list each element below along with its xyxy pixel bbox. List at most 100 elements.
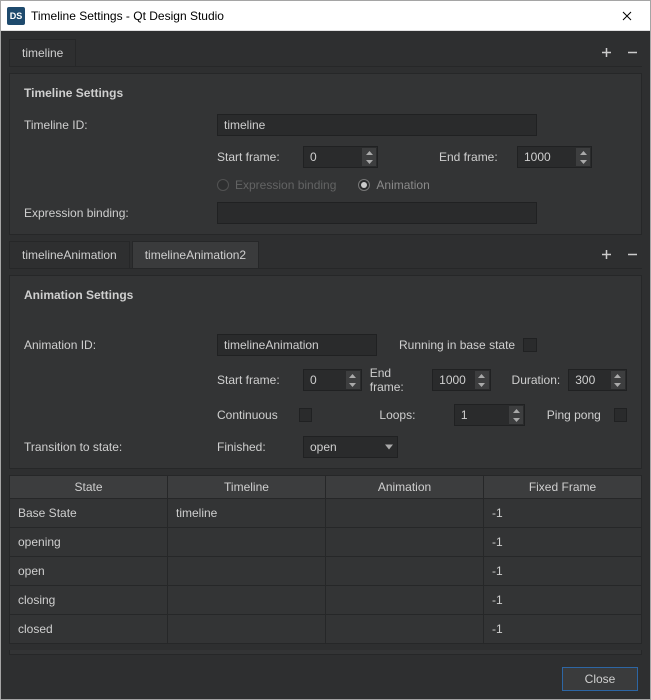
table-header-row: State Timeline Animation Fixed Frame: [10, 476, 641, 498]
table-cell-timeline[interactable]: [168, 586, 326, 614]
spin-up-button[interactable]: [509, 406, 523, 415]
animation-tabbar: timelineAnimation timelineAnimation2: [9, 241, 642, 269]
close-button[interactable]: Close: [562, 667, 638, 691]
timeline-tabbar: timeline: [9, 39, 642, 67]
table-cell-state[interactable]: opening: [10, 528, 168, 556]
table-cell-animation[interactable]: [326, 528, 484, 556]
spin-down-button[interactable]: [576, 157, 590, 166]
running-base-state-label: Running in base state: [399, 338, 515, 352]
animation-remove-button[interactable]: [622, 245, 642, 265]
table-cell-frame[interactable]: -1: [484, 499, 641, 527]
anim-end-frame-input[interactable]: [432, 369, 491, 391]
table-cell-frame[interactable]: -1: [484, 528, 641, 556]
spin-down-button[interactable]: [362, 157, 376, 166]
table-cell-animation[interactable]: [326, 557, 484, 585]
finished-state-value: open: [310, 440, 337, 454]
spin-down-button[interactable]: [346, 380, 360, 389]
table-row[interactable]: closed -1: [10, 614, 641, 643]
spin-up-button[interactable]: [362, 148, 376, 157]
table-footer-strip: [9, 650, 642, 655]
animation-tab-1[interactable]: timelineAnimation: [9, 241, 130, 268]
table-cell-frame[interactable]: -1: [484, 615, 641, 643]
th-frame: Fixed Frame: [484, 476, 641, 498]
app-logo: DS: [7, 7, 25, 25]
animation-settings-section: Animation Settings Animation ID: Running…: [9, 275, 642, 469]
spin-up-button[interactable]: [611, 371, 625, 380]
table-cell-animation[interactable]: [326, 586, 484, 614]
th-animation: Animation: [326, 476, 484, 498]
table-cell-frame[interactable]: -1: [484, 586, 641, 614]
spin-up-button[interactable]: [475, 371, 489, 380]
close-icon: [622, 11, 632, 21]
window-close-button[interactable]: [604, 1, 650, 31]
animation-add-button[interactable]: [596, 245, 616, 265]
animation-settings-heading: Animation Settings: [24, 288, 627, 302]
anim-start-frame-label: Start frame:: [217, 373, 295, 387]
table-cell-animation[interactable]: [326, 499, 484, 527]
table-cell-timeline[interactable]: timeline: [168, 499, 326, 527]
plus-icon: [601, 47, 612, 58]
animation-id-input[interactable]: [217, 334, 377, 356]
table-cell-timeline[interactable]: [168, 557, 326, 585]
table-cell-timeline[interactable]: [168, 528, 326, 556]
table-cell-timeline[interactable]: [168, 615, 326, 643]
expression-binding-input[interactable]: [217, 202, 537, 224]
expression-binding-radio[interactable]: [217, 179, 229, 191]
end-frame-label: End frame:: [439, 150, 509, 164]
timeline-settings-section: Timeline Settings Timeline ID: Start fra…: [9, 73, 642, 235]
expression-binding-label: Expression binding:: [24, 206, 209, 220]
spin-down-button[interactable]: [611, 380, 625, 389]
table-row[interactable]: closing -1: [10, 585, 641, 614]
animation-radio-label: Animation: [376, 178, 429, 192]
spin-up-button[interactable]: [346, 371, 360, 380]
duration-input[interactable]: [568, 369, 627, 391]
duration-label: Duration:: [512, 373, 561, 387]
timeline-remove-button[interactable]: [622, 43, 642, 63]
finished-state-select[interactable]: open: [303, 436, 398, 458]
table-cell-frame[interactable]: -1: [484, 557, 641, 585]
minus-icon: [627, 47, 638, 58]
transition-to-state-label: Transition to state:: [24, 440, 209, 454]
close-button-label: Close: [585, 672, 616, 686]
timeline-end-frame-input[interactable]: [517, 146, 592, 168]
timeline-start-frame-input[interactable]: [303, 146, 378, 168]
table-cell-state[interactable]: closed: [10, 615, 168, 643]
timeline-tab[interactable]: timeline: [9, 39, 76, 66]
window-title: Timeline Settings - Qt Design Studio: [31, 9, 604, 23]
running-base-state-checkbox[interactable]: [523, 338, 537, 352]
th-state: State: [10, 476, 168, 498]
continuous-label: Continuous: [217, 408, 291, 422]
spin-up-button[interactable]: [576, 148, 590, 157]
spin-down-button[interactable]: [475, 380, 489, 389]
timeline-id-input[interactable]: [217, 114, 537, 136]
start-frame-label: Start frame:: [217, 150, 295, 164]
pingpong-label: Ping pong: [547, 408, 606, 422]
state-table: State Timeline Animation Fixed Frame Bas…: [9, 475, 642, 644]
table-cell-state[interactable]: closing: [10, 586, 168, 614]
dialog-body: timeline Timeline Settings Timeline ID: …: [1, 31, 650, 699]
anim-end-frame-label: End frame:: [370, 366, 424, 394]
table-cell-animation[interactable]: [326, 615, 484, 643]
binding-radio-group: Expression binding Animation: [217, 178, 446, 192]
timeline-settings-heading: Timeline Settings: [24, 86, 627, 100]
timeline-id-label: Timeline ID:: [24, 118, 209, 132]
loops-input[interactable]: [454, 404, 525, 426]
table-row[interactable]: open -1: [10, 556, 641, 585]
table-cell-state[interactable]: open: [10, 557, 168, 585]
table-cell-state[interactable]: Base State: [10, 499, 168, 527]
loops-label: Loops:: [379, 408, 445, 422]
animation-tab-2[interactable]: timelineAnimation2: [132, 241, 259, 268]
anim-start-frame-input[interactable]: [303, 369, 362, 391]
table-row[interactable]: opening -1: [10, 527, 641, 556]
table-row[interactable]: Base Statetimeline -1: [10, 498, 641, 527]
dialog-window: DS Timeline Settings - Qt Design Studio …: [0, 0, 651, 700]
animation-radio[interactable]: [358, 179, 370, 191]
continuous-checkbox[interactable]: [299, 408, 312, 422]
spin-down-button[interactable]: [509, 415, 523, 424]
titlebar: DS Timeline Settings - Qt Design Studio: [1, 1, 650, 31]
chevron-down-icon: [385, 445, 393, 450]
dialog-footer: Close: [9, 661, 642, 691]
th-timeline: Timeline: [168, 476, 326, 498]
timeline-add-button[interactable]: [596, 43, 616, 63]
pingpong-checkbox[interactable]: [614, 408, 627, 422]
